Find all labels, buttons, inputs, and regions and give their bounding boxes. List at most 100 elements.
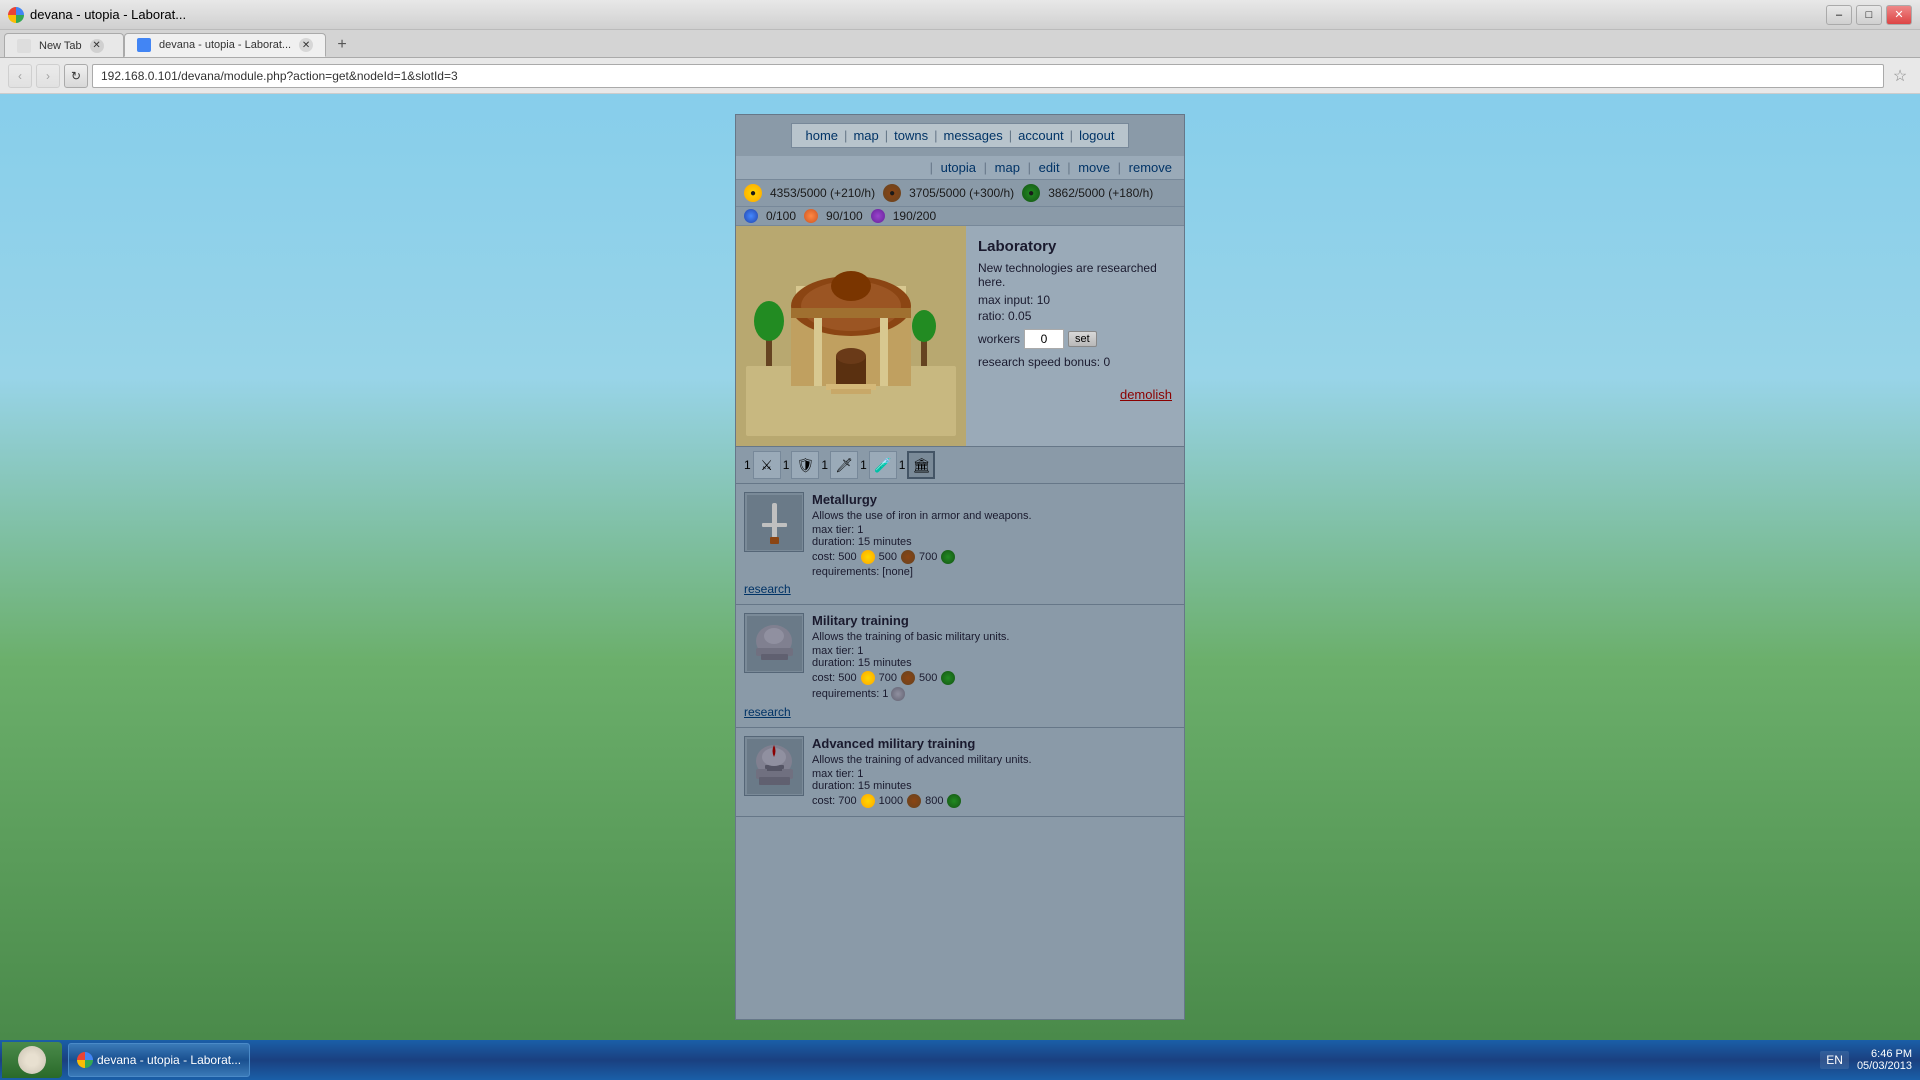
- game-container: home | map | towns | messages | account …: [735, 114, 1185, 1020]
- slot-number: 1: [744, 458, 751, 472]
- browser-titlebar: devana - utopia - Laborat... – □ ✕: [0, 0, 1920, 30]
- building-max-input: max input: 10: [978, 293, 1172, 307]
- language-indicator: EN: [1820, 1051, 1849, 1069]
- clock-date: 05/03/2013: [1857, 1060, 1912, 1072]
- taskbar-buttons: devana - utopia - Laborat...: [68, 1043, 1812, 1077]
- clock-time: 6:46 PM: [1857, 1048, 1912, 1060]
- slot-item-2: 🛡: [791, 451, 819, 479]
- slot-count-2: 1: [821, 458, 828, 472]
- maximize-button[interactable]: □: [1856, 5, 1882, 25]
- nav-towns[interactable]: towns: [890, 128, 932, 143]
- research-desc-metallurgy: Allows the use of iron in armor and weap…: [812, 510, 1176, 522]
- wood-cost-icon-2: [941, 671, 955, 685]
- slot-icon-5[interactable]: 🏛: [907, 451, 935, 479]
- bookmark-button[interactable]: ☆: [1888, 64, 1912, 88]
- nav-account[interactable]: account: [1014, 128, 1068, 143]
- inner-nav: | utopia | map | edit | move | remove: [736, 156, 1184, 180]
- workers-value: 0/100: [766, 209, 796, 223]
- slot-count-1: 1: [783, 458, 790, 472]
- research-icon-metallurgy: [744, 492, 804, 552]
- slot-icon-2[interactable]: 🛡: [791, 451, 819, 479]
- research-speed-bonus: research speed bonus: 0: [978, 355, 1172, 369]
- slot-bar: 1 ⚔ 1 🛡 1 🗡 1 🧪 1 🏛: [736, 447, 1184, 484]
- address-input[interactable]: [92, 64, 1884, 88]
- cost-row-metallurgy: cost: 500 500 700: [812, 550, 1176, 564]
- set-workers-button[interactable]: set: [1068, 331, 1097, 347]
- nav-messages[interactable]: messages: [939, 128, 1006, 143]
- research-header-military-training: Military training Allows the training of…: [744, 613, 1176, 701]
- inner-nav-remove[interactable]: remove: [1125, 160, 1176, 175]
- inner-nav-utopia[interactable]: utopia: [937, 160, 980, 175]
- building-svg: [736, 226, 966, 446]
- building-name: Laboratory: [978, 238, 1172, 255]
- building-ratio: ratio: 0.05: [978, 309, 1172, 323]
- inner-nav-map[interactable]: map: [991, 160, 1024, 175]
- slot-icon-3[interactable]: 🗡: [830, 451, 858, 479]
- back-button[interactable]: ‹: [8, 64, 32, 88]
- chrome-taskbar-icon: [77, 1052, 93, 1068]
- tab-new-tab[interactable]: New Tab ✕: [4, 33, 124, 57]
- research-duration-advanced-military: duration: 15 minutes: [812, 780, 1176, 792]
- wood-cost-icon-1: [941, 550, 955, 564]
- req-row-military-training: requirements: 1: [812, 687, 1176, 701]
- gold-cost-icon-3: [861, 794, 875, 808]
- tab-label-devana: devana - utopia - Laborat...: [159, 39, 291, 51]
- research-tier-metallurgy: max tier: 1: [812, 524, 1176, 536]
- taskbar: devana - utopia - Laborat... EN 6:46 PM …: [0, 1040, 1920, 1080]
- tab-close-devana[interactable]: ✕: [299, 38, 313, 52]
- gold-icon: ●: [744, 184, 762, 202]
- research-title-military-training: Military training: [812, 613, 1176, 628]
- research-desc-advanced-military: Allows the training of advanced military…: [812, 754, 1176, 766]
- research-button-metallurgy[interactable]: research: [744, 582, 1176, 596]
- close-button[interactable]: ✕: [1886, 5, 1912, 25]
- cost-row-advanced-military: cost: 700 1000 800: [812, 794, 1176, 808]
- minimize-button[interactable]: –: [1826, 5, 1852, 25]
- address-bar: ‹ › ↻ ☆: [0, 58, 1920, 94]
- inner-nav-edit[interactable]: edit: [1035, 160, 1064, 175]
- chrome-icon: [8, 7, 24, 23]
- research-details-advanced-military: Advanced military training Allows the tr…: [812, 736, 1176, 808]
- research-tier-military-training: max tier: 1: [812, 645, 1176, 657]
- gold-cost-icon-2: [861, 671, 875, 685]
- browser-window-controls: – □ ✕: [1826, 5, 1912, 25]
- slot-icon-4[interactable]: 🧪: [869, 451, 897, 479]
- demolish-button[interactable]: demolish: [1120, 387, 1172, 402]
- forward-button[interactable]: ›: [36, 64, 60, 88]
- browser-window: devana - utopia - Laborat... – □ ✕ New T…: [0, 0, 1920, 1040]
- tab-devana[interactable]: devana - utopia - Laborat... ✕: [124, 33, 326, 57]
- taskbar-tab-label: devana - utopia - Laborat...: [97, 1053, 241, 1067]
- research-entry-advanced-military: Advanced military training Allows the tr…: [736, 728, 1184, 817]
- slot-item-4: 🧪: [869, 451, 897, 479]
- slot-item-3: 🗡: [830, 451, 858, 479]
- reload-button[interactable]: ↻: [64, 64, 88, 88]
- total-pop-icon: [871, 209, 885, 223]
- research-details-metallurgy: Metallurgy Allows the use of iron in arm…: [812, 492, 1176, 578]
- nav-home[interactable]: home: [802, 128, 843, 143]
- top-nav-inner: home | map | towns | messages | account …: [791, 123, 1130, 148]
- slot-icon-1[interactable]: ⚔: [753, 451, 781, 479]
- wood-icon: ●: [1022, 184, 1040, 202]
- gold-cost-icon-1: [861, 550, 875, 564]
- new-tab-button[interactable]: +: [330, 33, 354, 57]
- start-button[interactable]: [2, 1042, 62, 1078]
- taskbar-chrome-button[interactable]: devana - utopia - Laborat...: [68, 1043, 250, 1077]
- slot-item-5: 🏛: [907, 451, 935, 479]
- research-icon-military-training: [744, 613, 804, 673]
- inner-nav-move[interactable]: move: [1074, 160, 1114, 175]
- tab-close-new[interactable]: ✕: [90, 39, 104, 53]
- research-entry-military-training: Military training Allows the training of…: [736, 605, 1184, 728]
- research-header-advanced-military: Advanced military training Allows the tr…: [744, 736, 1176, 808]
- military-value: 90/100: [826, 209, 863, 223]
- tab-label-new: New Tab: [39, 40, 82, 52]
- language-text: EN: [1826, 1053, 1843, 1067]
- nav-map[interactable]: map: [849, 128, 882, 143]
- tab-bar: New Tab ✕ devana - utopia - Laborat... ✕…: [0, 30, 1920, 58]
- food-icon: ●: [883, 184, 901, 202]
- research-title-metallurgy: Metallurgy: [812, 492, 1176, 507]
- nav-logout[interactable]: logout: [1075, 128, 1118, 143]
- building-info: Laboratory New technologies are research…: [966, 226, 1184, 446]
- research-entry-metallurgy: Metallurgy Allows the use of iron in arm…: [736, 484, 1184, 605]
- wood-value: 3862/5000 (+180/h): [1048, 186, 1153, 200]
- research-button-military-training[interactable]: research: [744, 705, 1176, 719]
- workers-input[interactable]: [1024, 329, 1064, 349]
